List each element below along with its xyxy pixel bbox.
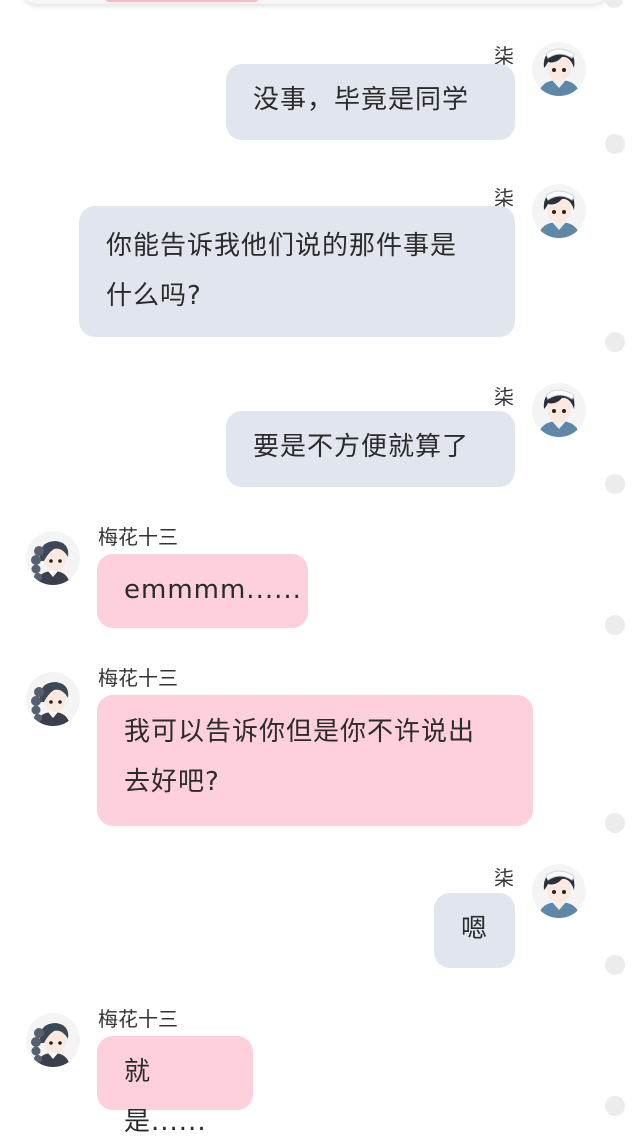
message-line: 我可以告诉你但是你不许说出 — [124, 717, 476, 747]
sender-name: 梅花十三 — [98, 666, 178, 690]
status-dot — [605, 955, 625, 975]
message-line: 去好吧? — [124, 767, 220, 797]
message-row: 柒 嗯 — [0, 862, 640, 972]
message-bubble[interactable]: 我可以告诉你但是你不许说出 去好吧? — [97, 695, 533, 826]
sender-name: 柒 — [494, 866, 514, 890]
girl-avatar-icon[interactable] — [26, 672, 80, 726]
message-line: 嗯 — [461, 914, 489, 944]
message-line: 你能告诉我他们说的那件事是 — [106, 231, 458, 261]
message-row: 梅花十三 我可以告诉你但是你不许说出 去好吧? — [0, 662, 640, 828]
sender-name: 梅花十三 — [98, 1007, 178, 1031]
girl-avatar-icon[interactable] — [26, 1013, 80, 1067]
previous-status-dot — [605, 0, 623, 8]
message-row: 梅花十三 emmmm...... — [0, 521, 640, 631]
boy-avatar-icon[interactable] — [532, 42, 586, 96]
status-dot — [605, 474, 625, 494]
message-bubble[interactable]: 要是不方便就算了 — [226, 411, 515, 487]
message-row: 柒 没事，毕竟是同学 — [0, 40, 640, 150]
chat-screen: 柒 没事，毕竟是同学 柒 你能告诉我他们说的那件事是 什么吗? 柒 要是不方便就… — [0, 0, 640, 1139]
boy-avatar-icon[interactable] — [532, 383, 586, 437]
sender-name: 梅花十三 — [98, 525, 178, 549]
status-dot — [605, 134, 625, 154]
message-line: emmmm...... — [124, 575, 302, 605]
sender-name: 柒 — [494, 385, 514, 409]
message-bubble[interactable]: emmmm...... — [97, 554, 308, 628]
boy-avatar-icon[interactable] — [532, 864, 586, 918]
status-dot — [605, 813, 625, 833]
message-bubble[interactable]: 你能告诉我他们说的那件事是 什么吗? — [79, 206, 515, 337]
previous-message-bubble — [104, 0, 260, 2]
message-line: 要是不方便就算了 — [253, 432, 470, 462]
message-line: 没事，毕竟是同学 — [253, 85, 470, 115]
status-dot — [605, 332, 625, 352]
status-dot — [605, 1096, 625, 1116]
message-bubble[interactable]: 嗯 — [434, 893, 515, 968]
message-line: 什么吗? — [106, 281, 202, 311]
girl-avatar-icon[interactable] — [26, 531, 80, 585]
status-dot — [605, 615, 625, 635]
message-bubble[interactable]: 就是...... — [97, 1036, 253, 1137]
message-row: 梅花十三 就是...... — [0, 1003, 640, 1137]
message-bubble[interactable]: 没事，毕竟是同学 — [226, 64, 515, 140]
message-row: 柒 你能告诉我他们说的那件事是 什么吗? — [0, 182, 640, 348]
message-line: 就是...... — [124, 1057, 207, 1137]
boy-avatar-icon[interactable] — [532, 184, 586, 238]
message-row: 柒 要是不方便就算了 — [0, 381, 640, 491]
